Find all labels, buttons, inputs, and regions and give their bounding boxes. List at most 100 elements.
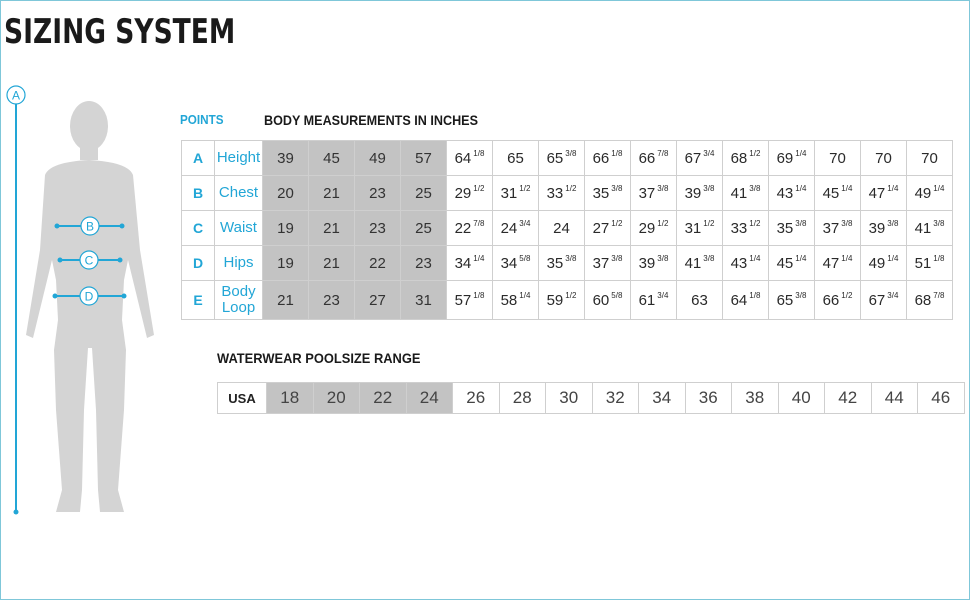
measurement-cell: 37 3/8	[584, 245, 631, 281]
measurement-fraction: 1/2	[657, 218, 669, 228]
measurement-cell: 21	[308, 245, 355, 281]
measurement-whole: 23	[369, 184, 386, 202]
measurement-whole: 65	[507, 149, 524, 167]
measurement-cell: 31 1/2	[492, 175, 539, 211]
measurement-cell: 64 1/8	[722, 280, 769, 320]
table-row: A Height 39 45 49 57 64 1/8 65 65 3/8 66 1/8 66 7/8 67 3…	[181, 140, 953, 176]
pool-size-cell: 38	[731, 382, 779, 414]
measurement-cell: 35 3/8	[768, 210, 815, 246]
measurement-cell: 47 1/4	[860, 175, 907, 211]
measurement-cell: 69 1/4	[768, 140, 815, 176]
measurement-cell: 24	[538, 210, 585, 246]
measurement-whole: 23	[369, 219, 386, 237]
measurement-whole: 70	[921, 149, 938, 167]
measurement-fraction: 1/4	[795, 148, 807, 158]
measurement-cell: 29 1/2	[630, 210, 677, 246]
measurement-cell: 68 1/2	[722, 140, 769, 176]
measurement-cell: 24 3/4	[492, 210, 539, 246]
measurement-cell: 45 1/4	[768, 245, 815, 281]
measurement-fraction: 1/2	[473, 183, 485, 193]
measurement-cell: 63	[676, 280, 723, 320]
measurement-name: Chest	[214, 175, 263, 211]
measurement-whole: 51	[914, 254, 932, 272]
measurement-cell: 23	[400, 245, 447, 281]
measurement-whole: 19	[277, 254, 294, 272]
measurement-cell: 57	[400, 140, 447, 176]
measurement-fraction: 3/8	[795, 218, 807, 228]
measurement-cell: 41 3/8	[722, 175, 769, 211]
measurement-cell: 65 3/8	[768, 280, 815, 320]
measurement-fraction: 3/4	[519, 218, 531, 228]
measurement-whole: 35	[776, 219, 794, 237]
measurement-whole: 35	[546, 254, 564, 272]
pool-label-usa: USA	[217, 382, 267, 414]
measurement-name: Waist	[214, 210, 263, 246]
measurement-whole: 66	[638, 149, 656, 167]
measurement-cell: 47 1/4	[814, 245, 861, 281]
measurement-cell: 21	[308, 210, 355, 246]
measurement-whole: 24	[553, 219, 570, 237]
measurement-whole: 21	[277, 291, 294, 309]
measurement-whole: 39	[638, 254, 656, 272]
measurement-cell: 41 3/8	[676, 245, 723, 281]
measurement-whole: 31	[500, 184, 518, 202]
points-header: POINTS	[180, 112, 224, 127]
measurement-cell: 61 3/4	[630, 280, 677, 320]
measurement-fraction: 3/8	[565, 148, 577, 158]
measurement-fraction: 1/4	[519, 290, 531, 300]
measurement-whole: 65	[546, 149, 564, 167]
measurement-whole: 27	[592, 219, 610, 237]
measurement-whole: 63	[691, 291, 708, 309]
measurement-whole: 39	[684, 184, 702, 202]
measurement-fraction: 1/2	[565, 183, 577, 193]
measurement-cell: 70	[906, 140, 953, 176]
measurement-whole: 57	[415, 149, 432, 167]
measurement-cell: 67 3/4	[676, 140, 723, 176]
measurement-cell: 19	[262, 210, 309, 246]
measurement-whole: 34	[500, 254, 518, 272]
measurement-cell: 45	[308, 140, 355, 176]
pool-size-cell: 24	[405, 382, 453, 414]
measurement-name: Height	[214, 140, 263, 176]
measurement-whole: 59	[546, 291, 564, 309]
measurement-fraction: 1/4	[795, 253, 807, 263]
measurement-whole: 25	[415, 219, 432, 237]
measurement-cell: 34 1/4	[446, 245, 493, 281]
measurement-whole: 65	[776, 291, 794, 309]
measurement-fraction: 1/4	[887, 183, 899, 193]
measurement-whole: 66	[592, 149, 610, 167]
measurement-whole: 29	[638, 219, 656, 237]
measurement-fraction: 3/8	[933, 218, 945, 228]
human-silhouette-icon	[26, 101, 154, 512]
measurement-whole: 27	[369, 291, 386, 309]
point-letter: D	[181, 245, 215, 281]
body-figure: A B C D	[6, 85, 154, 515]
measurement-fraction: 1/2	[749, 148, 761, 158]
measurement-cell: 49 1/4	[860, 245, 907, 281]
measurement-fraction: 1/2	[703, 218, 715, 228]
pool-size-cell: 22	[359, 382, 407, 414]
measurement-whole: 25	[415, 184, 432, 202]
measurement-fraction: 1/8	[611, 148, 623, 158]
measurement-whole: 22	[369, 254, 386, 272]
measurement-whole: 21	[323, 219, 340, 237]
measurement-whole: 64	[730, 291, 748, 309]
pool-size-cell: 40	[777, 382, 825, 414]
measurement-whole: 45	[323, 149, 340, 167]
measurement-cell: 25	[400, 175, 447, 211]
measurement-fraction: 3/8	[565, 253, 577, 263]
measurement-cell: 65	[492, 140, 539, 176]
point-letter: A	[181, 140, 215, 176]
measurement-fraction: 3/8	[795, 290, 807, 300]
measurement-cell: 27	[354, 280, 401, 320]
body-measurements-title: BODY MEASUREMENTS IN INCHES	[264, 112, 479, 128]
measurement-fraction: 3/8	[841, 218, 853, 228]
measurement-whole: 68	[730, 149, 748, 167]
measurement-whole: 47	[868, 184, 886, 202]
measurement-whole: 33	[730, 219, 748, 237]
measurement-fraction: 5/8	[611, 290, 623, 300]
measurement-cell: 51 1/8	[906, 245, 953, 281]
measurement-fraction: 3/4	[657, 290, 669, 300]
measurement-whole: 45	[822, 184, 840, 202]
measurement-whole: 31	[684, 219, 702, 237]
